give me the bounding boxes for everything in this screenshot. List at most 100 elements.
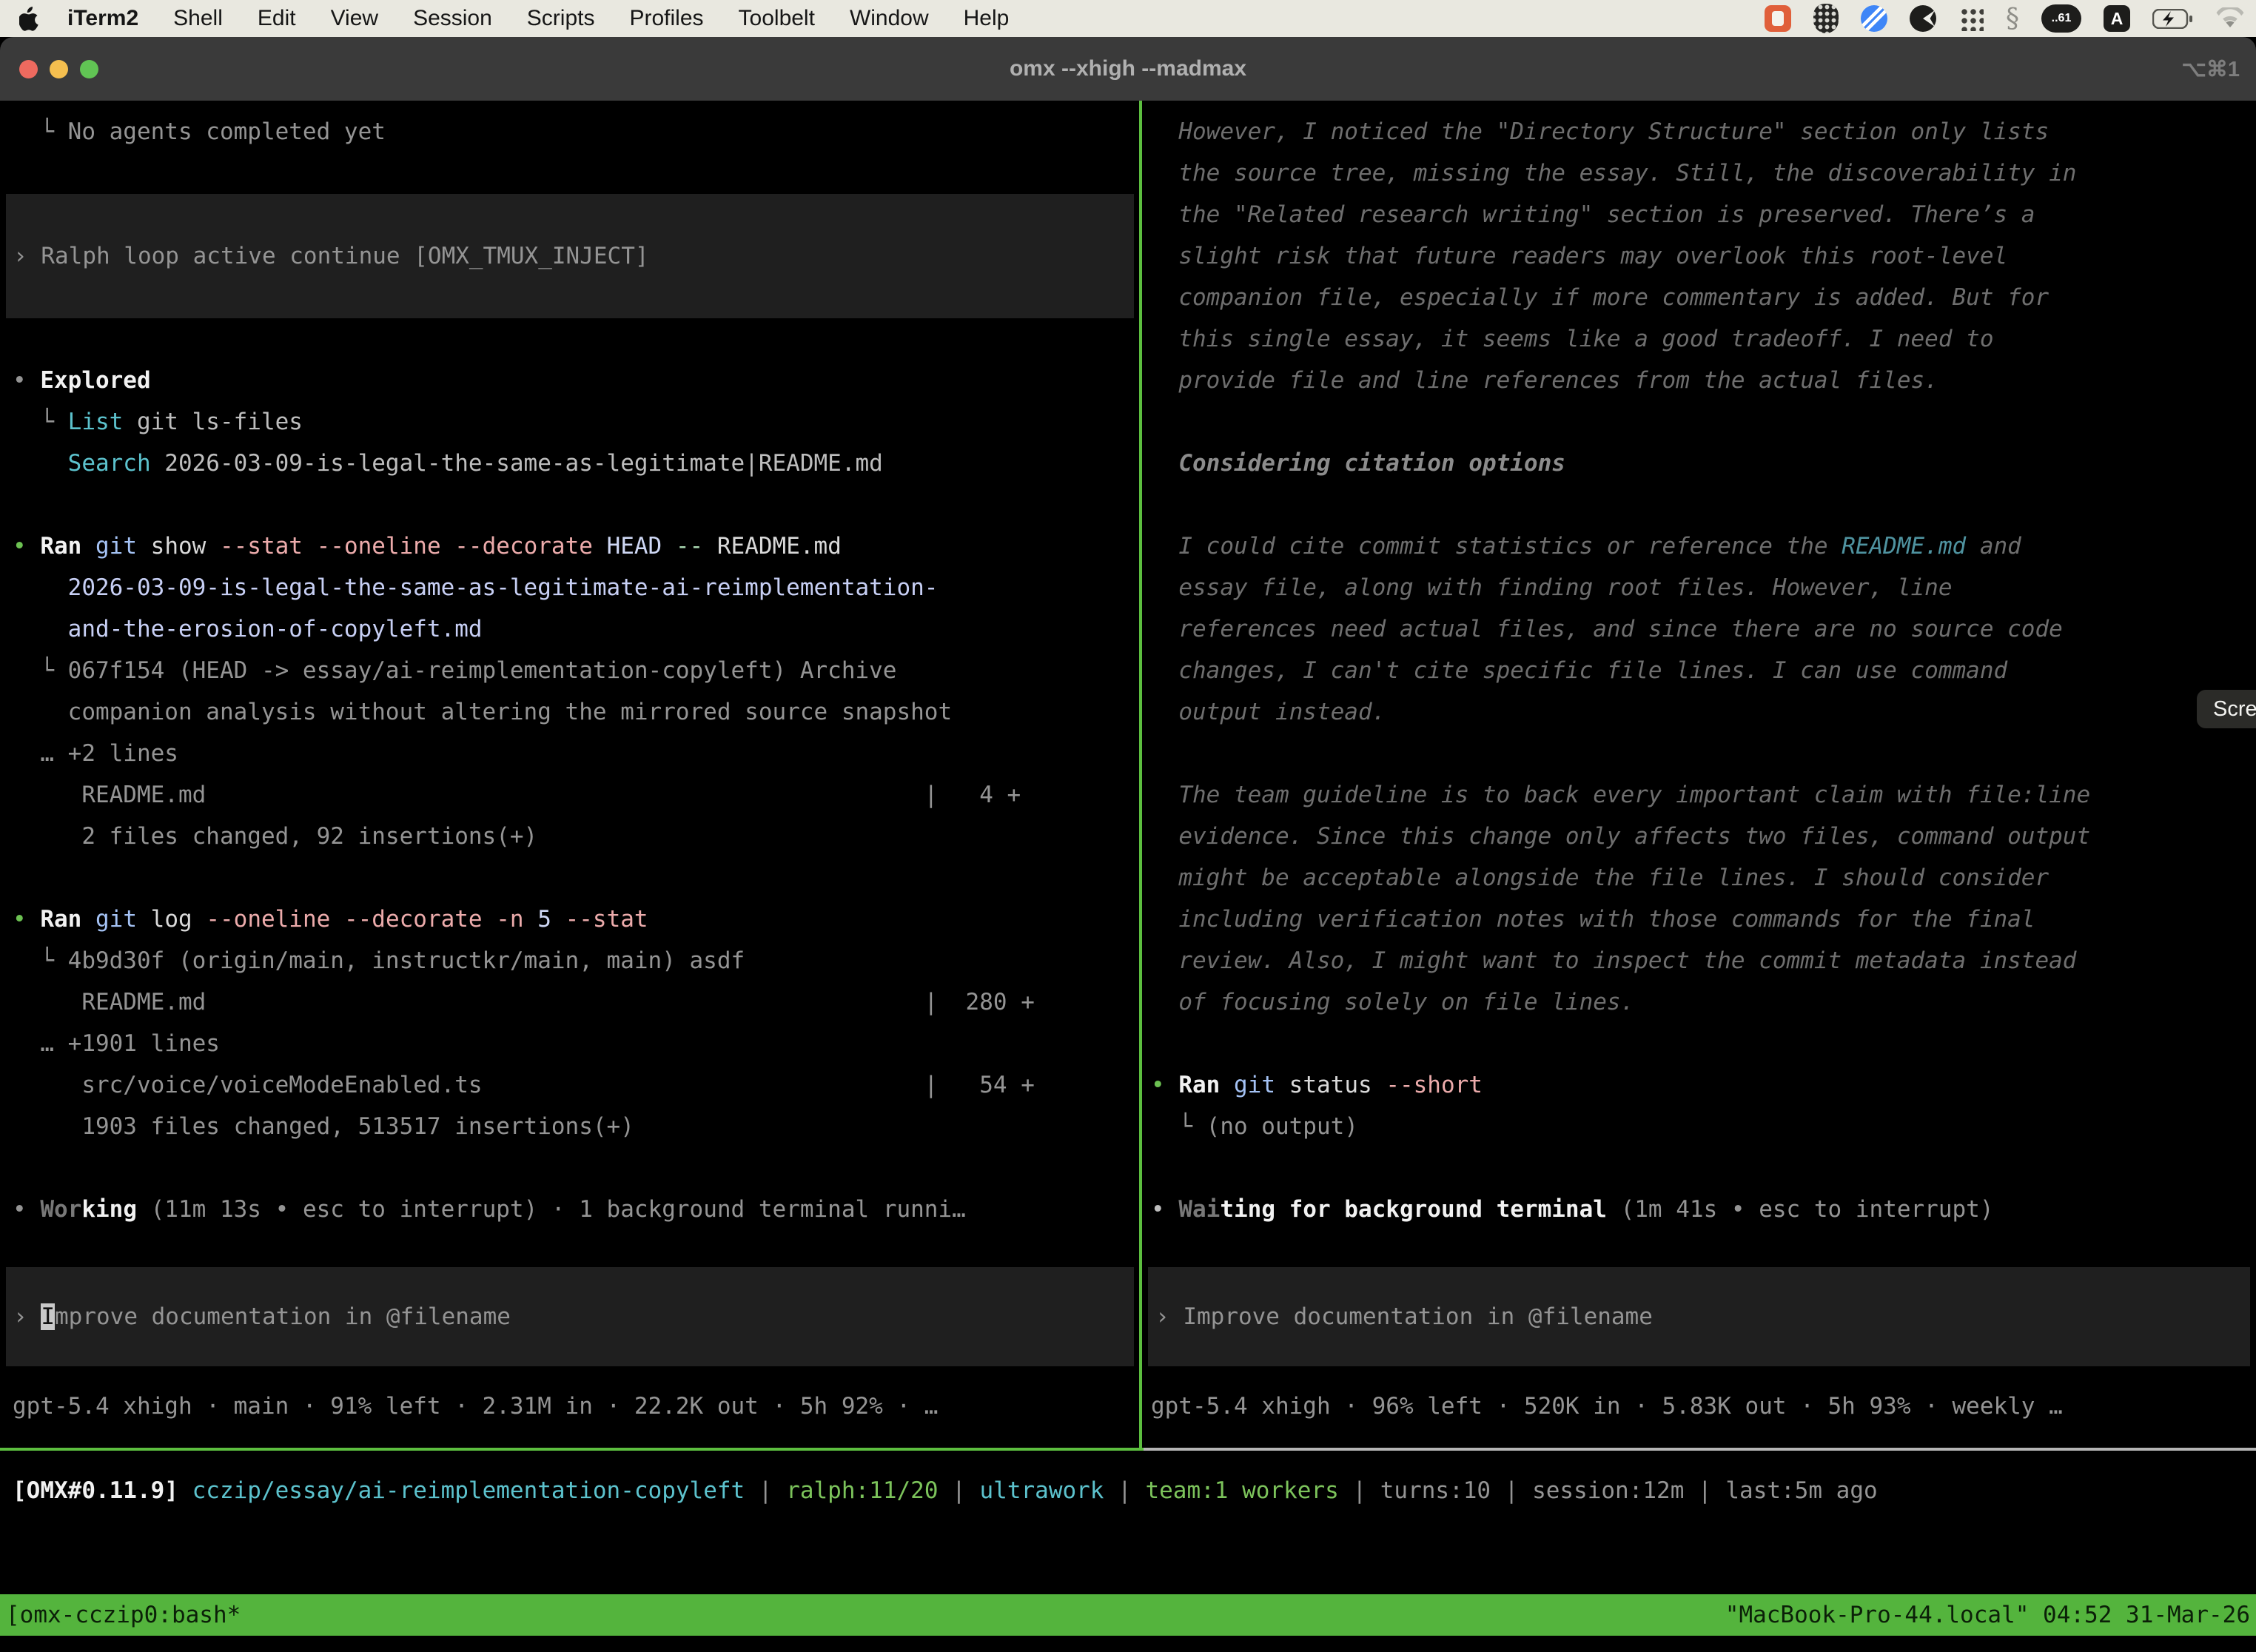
terminal-line: the source tree, missing the essay. Stil… [1151, 152, 2256, 194]
terminal: └ No agents completed yet › Ralph loop ac… [0, 101, 2256, 1652]
left-model-status: gpt-5.4 xhigh · main · 91% left · 2.31M … [13, 1386, 938, 1427]
terminal-line: review. Also, I might want to inspect th… [1151, 940, 2256, 981]
menu-scripts[interactable]: Scripts [527, 6, 595, 31]
terminal-line: and-the-erosion-of-copyleft.md [13, 608, 1139, 650]
terminal-line [1151, 484, 2256, 526]
terminal-line: › Improve documentation in @filename [1155, 1296, 1653, 1337]
dots-grid-icon[interactable] [1958, 6, 1984, 31]
siri-blue-icon[interactable] [1861, 5, 1887, 32]
terminal-line [13, 857, 1139, 899]
tmux-session-label: [omx-cczip0:bash* [6, 1594, 241, 1636]
tmux-pane-left[interactable]: └ No agents completed yet › Ralph loop ac… [0, 101, 1139, 1448]
menu-toolbelt[interactable]: Toolbelt [739, 6, 815, 31]
screen-overlay-button[interactable]: Scre [2197, 690, 2256, 728]
terminal-line: changes, I can't cite specific file line… [1151, 650, 2256, 691]
terminal-line: gpt-5.4 xhigh · main · 91% left · 2.31M … [13, 1386, 938, 1427]
terminal-line: └ (no output) [1151, 1106, 2256, 1147]
terminal-line: [OMX#0.11.9] cczip/essay/ai-reimplementa… [13, 1470, 1878, 1511]
menu-edit[interactable]: Edit [258, 6, 296, 31]
terminal-line: companion analysis without altering the … [13, 691, 1139, 733]
terminal-line: README.md| 280 + [13, 981, 1139, 1023]
terminal-line: the "Related research writing" section i… [1151, 194, 2256, 235]
terminal-line [13, 484, 1139, 526]
terminal-line: › Ralph loop active continue [OMX_TMUX_I… [13, 235, 1134, 277]
terminal-line [13, 152, 1139, 194]
terminal-line: essay file, along with finding root file… [1151, 567, 2256, 608]
pane-bottom-border-left [0, 1448, 1144, 1451]
terminal-line: of focusing solely on file lines. [1151, 981, 2256, 1023]
terminal-line: • Ran git show --stat --oneline --decora… [13, 526, 1139, 567]
dark-circle-icon[interactable] [1910, 5, 1936, 32]
menu-view[interactable]: View [331, 6, 378, 31]
terminal-line: However, I noticed the "Directory Struct… [1151, 111, 2256, 152]
terminal-line: … +2 lines [13, 733, 1139, 774]
apple-menu-icon[interactable] [19, 7, 39, 31]
terminal-line: └ 4b9d30f (origin/main, instructkr/main,… [13, 940, 1139, 981]
terminal-line: gpt-5.4 xhigh · 96% left · 520K in · 5.8… [1151, 1386, 2063, 1427]
wifi-icon[interactable] [2215, 7, 2246, 30]
terminal-line: companion file, especially if more comme… [1151, 277, 2256, 318]
terminal-line: └ List git ls-files [13, 401, 1139, 443]
terminal-line: • Waiting for background terminal (1m 41… [1151, 1189, 2256, 1230]
terminal-line: provide file and line references from th… [1151, 360, 2256, 401]
terminal-line: └ No agents completed yet [13, 111, 1139, 152]
terminal-line [1151, 1023, 2256, 1064]
terminal-line: might be acceptable alongside the file l… [1151, 857, 2256, 899]
terminal-line: this single essay, it seems like a good … [1151, 318, 2256, 360]
window-shortcut-badge: ⌥⌘1 [2181, 37, 2240, 101]
squiggle-icon[interactable]: § [2006, 4, 2019, 34]
terminal-line: output instead. [1151, 691, 2256, 733]
terminal-line [13, 318, 1139, 360]
terminal-line [1151, 733, 2256, 774]
terminal-line: Considering citation options [1151, 443, 2256, 484]
input-source-icon[interactable]: A [2104, 5, 2130, 32]
window-title: omx --xhigh --madmax [0, 37, 2256, 101]
right-model-status: gpt-5.4 xhigh · 96% left · 520K in · 5.8… [1151, 1386, 2063, 1427]
terminal-line: 2 files changed, 92 insertions(+) [13, 816, 1139, 857]
left-prompt-input[interactable]: › Improve documentation in @filename [6, 1267, 1134, 1366]
chat-app-icon[interactable] [1765, 5, 1791, 32]
battery-percent-icon[interactable]: ..61 [2041, 4, 2081, 33]
terminal-line: README.md| 4 + [13, 774, 1139, 816]
terminal-line: 1903 files changed, 513517 insertions(+) [13, 1106, 1139, 1147]
pane-bottom-border-right [1144, 1448, 2256, 1451]
terminal-line: • Explored [13, 360, 1139, 401]
menu-status-icons: § ..61 A [1765, 4, 2246, 34]
terminal-line: references need actual files, and since … [1151, 608, 2256, 650]
menu-items: iTerm2 Shell Edit View Session Scripts Profile… [67, 6, 1009, 31]
terminal-line: • Ran git log --oneline --decorate -n 5 … [13, 899, 1139, 940]
right-prompt-input[interactable]: › Improve documentation in @filename [1148, 1267, 2250, 1366]
terminal-line: 2026-03-09-is-legal-the-same-as-legitima… [13, 567, 1139, 608]
terminal-line: … +1901 lines [13, 1023, 1139, 1064]
terminal-line: • Ran git status --short [1151, 1064, 2256, 1106]
terminal-line: Search 2026-03-09-is-legal-the-same-as-l… [13, 443, 1139, 484]
terminal-line: › Improve documentation in @filename [13, 1296, 511, 1337]
tmux-host-clock: "MacBook-Pro-44.local" 04:52 31-Mar-26 [1725, 1594, 2250, 1636]
terminal-line [1151, 1147, 2256, 1189]
terminal-line: src/voice/voiceModeEnabled.ts| 54 + [13, 1064, 1139, 1106]
terminal-line: I could cite commit statistics or refere… [1151, 526, 2256, 567]
terminal-line: including verification notes with those … [1151, 899, 2256, 940]
terminal-line: evidence. Since this change only affects… [1151, 816, 2256, 857]
menu-shell[interactable]: Shell [173, 6, 223, 31]
tmux-status-bar: [omx-cczip0:bash* "MacBook-Pro-44.local"… [0, 1594, 2256, 1636]
menu-iterm2[interactable]: iTerm2 [67, 6, 138, 31]
battery-icon[interactable] [2152, 9, 2192, 29]
terminal-line: └ 067f154 (HEAD -> essay/ai-reimplementa… [13, 650, 1139, 691]
terminal-line [13, 277, 1134, 318]
terminal-line [1151, 401, 2256, 443]
terminal-line: The team guideline is to back every impo… [1151, 774, 2256, 816]
menu-session[interactable]: Session [413, 6, 492, 31]
injected-prompt-box: › Ralph loop active continue [OMX_TMUX_I… [6, 194, 1134, 318]
omx-status-bar: [OMX#0.11.9] cczip/essay/ai-reimplementa… [13, 1470, 1878, 1511]
terminal-line [13, 194, 1134, 235]
menu-help[interactable]: Help [964, 6, 1010, 31]
window-title-bar[interactable]: omx --xhigh --madmax ⌥⌘1 [0, 37, 2256, 101]
macos-menu-bar: iTerm2 Shell Edit View Session Scripts Profile… [0, 0, 2256, 37]
menu-profiles[interactable]: Profiles [629, 6, 703, 31]
terminal-line: slight risk that future readers may over… [1151, 235, 2256, 277]
terminal-line [13, 1147, 1139, 1189]
tmux-pane-right[interactable]: However, I noticed the "Directory Struct… [1142, 101, 2256, 1448]
shield-app-icon[interactable] [1813, 4, 1839, 33]
menu-window[interactable]: Window [850, 6, 929, 31]
